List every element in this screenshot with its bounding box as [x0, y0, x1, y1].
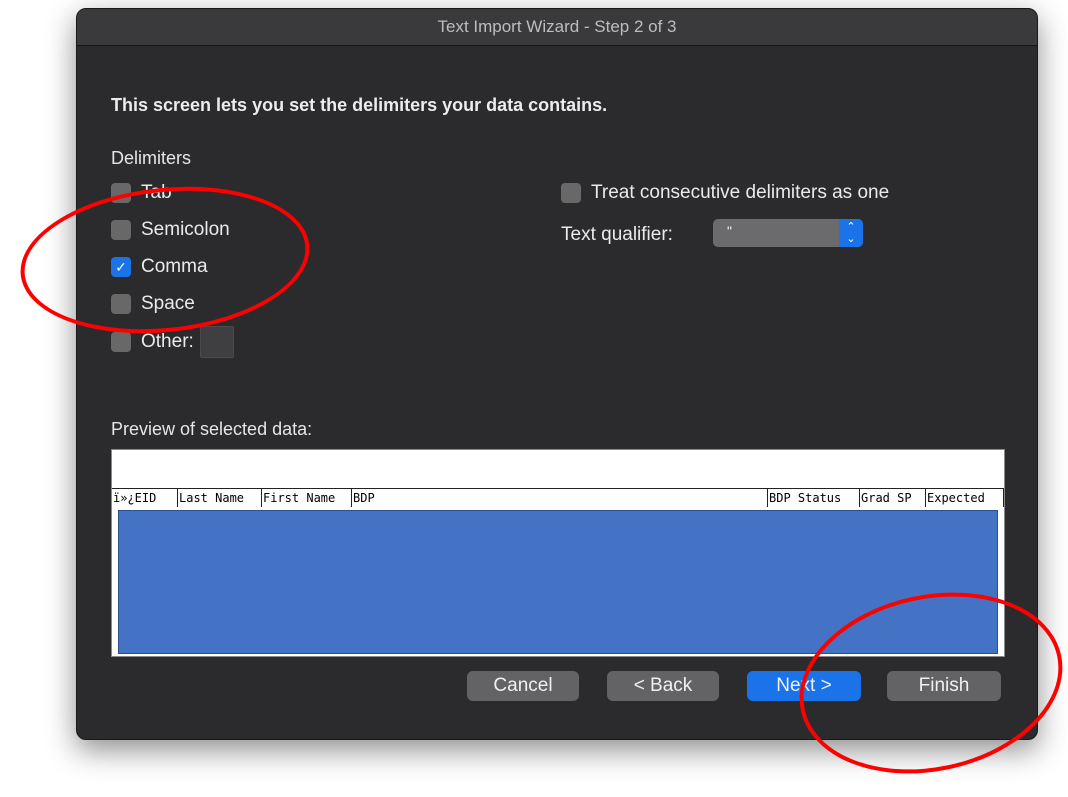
preview-header-row: ï»¿EID Last Name First Name BDP BDP Stat… — [112, 488, 1004, 507]
other-delimiter-input[interactable] — [199, 326, 234, 358]
comma-checkbox[interactable]: ✓ — [111, 257, 131, 277]
other-checkbox-row[interactable]: Other: — [111, 326, 234, 358]
next-button[interactable]: Next > — [747, 671, 861, 701]
other-label: Other: — [141, 331, 194, 352]
comma-checkbox-row[interactable]: ✓ Comma — [111, 256, 208, 278]
checkmark-icon: ✓ — [115, 258, 127, 275]
text-qualifier-label: Text qualifier: — [561, 224, 673, 245]
other-checkbox[interactable] — [111, 332, 131, 352]
text-import-dialog: Text Import Wizard - Step 2 of 3 This sc… — [76, 8, 1038, 740]
finish-button[interactable]: Finish — [887, 671, 1001, 701]
up-down-chevron-icon: ⌃ ⌄ — [839, 219, 863, 247]
preview-column-header[interactable]: Expected — [926, 489, 1004, 507]
step-heading: This screen lets you set the delimiters … — [111, 95, 608, 115]
semicolon-label: Semicolon — [141, 219, 230, 240]
consecutive-checkbox-row[interactable]: Treat consecutive delimiters as one — [561, 182, 889, 204]
preview-column-header[interactable]: Grad SP — [860, 489, 926, 507]
preview-column-header[interactable]: ï»¿EID — [112, 489, 178, 507]
text-qualifier-value: " — [727, 223, 732, 239]
semicolon-checkbox[interactable] — [111, 220, 131, 240]
text-qualifier-select[interactable]: " ⌃ ⌄ — [713, 219, 863, 247]
back-button[interactable]: < Back — [607, 671, 719, 701]
comma-label: Comma — [141, 256, 208, 277]
window-title: Text Import Wizard - Step 2 of 3 — [77, 9, 1037, 46]
consecutive-checkbox[interactable] — [561, 183, 581, 203]
preview-selection — [118, 510, 998, 654]
preview-column-header[interactable]: BDP Status — [768, 489, 860, 507]
delimiters-label: Delimiters — [111, 148, 192, 168]
data-preview[interactable]: ï»¿EID Last Name First Name BDP BDP Stat… — [111, 449, 1005, 657]
tab-checkbox-row[interactable]: Tab — [111, 182, 172, 204]
space-checkbox[interactable] — [111, 294, 131, 314]
preview-column-header[interactable]: First Name — [262, 489, 352, 507]
cancel-button[interactable]: Cancel — [467, 671, 579, 701]
preview-column-header[interactable]: BDP — [352, 489, 768, 507]
space-label: Space — [141, 293, 195, 314]
tab-label: Tab — [141, 182, 172, 203]
preview-column-header[interactable]: Last Name — [178, 489, 262, 507]
preview-label: Preview of selected data: — [111, 419, 313, 439]
consecutive-label: Treat consecutive delimiters as one — [591, 182, 890, 203]
tab-checkbox[interactable] — [111, 183, 131, 203]
semicolon-checkbox-row[interactable]: Semicolon — [111, 219, 230, 241]
space-checkbox-row[interactable]: Space — [111, 293, 195, 315]
